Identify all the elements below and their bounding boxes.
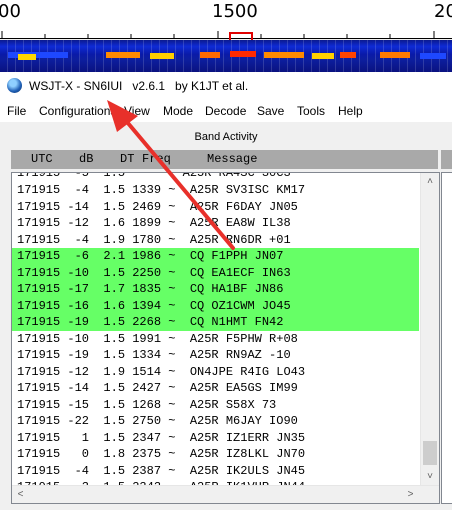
table-row[interactable]: 171915 0 1.8 2375 ~ A25R IZ8LKL JN70 [12,446,419,463]
column-utc: UTC [31,152,53,166]
scroll-down-icon[interactable]: ˅ [421,468,439,485]
table-row[interactable]: 171915 -10 1.5 2250 ~ CQ EA1ECF IN63 [12,264,419,281]
menu-decode[interactable]: Decode [205,104,246,118]
table-row[interactable]: 171915 -12 1.6 1899 ~ A25R EA8W IL38 [12,215,419,232]
decode-rows: 171915 -5 1.5 ~ ~ A25R RA4SC 30C3 171915 … [12,173,419,496]
table-row[interactable]: 171915 -6 2.1 1986 ~ CQ F1PPH JN07 [12,248,419,265]
menu-file[interactable]: File [7,104,26,118]
ruler-tick-label: 1500 [212,1,258,22]
table-row[interactable]: 171915 -14 1.5 2427 ~ A25R EA5GS IM99 [12,380,419,397]
menu-bar: File Configurations View Mode Decode Sav… [0,100,452,122]
table-row[interactable]: 171915 -4 1.9 1780 ~ A25R RN6DR +01 [12,232,419,249]
table-row[interactable]: 171915 -10 1.5 1991 ~ A25R F5PHW R+08 [12,331,419,348]
column-freq: Freq [142,152,171,166]
band-activity-header: UTC dB DT Freq Message [11,150,438,169]
table-row[interactable]: 171915 -22 1.5 2750 ~ A25R M6JAY IO90 [12,413,419,430]
scroll-left-icon[interactable]: ˂ [12,486,29,503]
vertical-scrollbar[interactable]: ˄ ˅ [420,173,439,485]
column-db: dB [79,152,94,166]
wsjtx-app-icon [7,78,22,93]
ruler-scale [0,22,452,39]
band-activity-title: Band Activity [194,131,258,143]
table-row[interactable]: 171915 -19 1.5 2268 ~ CQ N1HMT FN42 [12,314,419,331]
table-row[interactable]: 171915 -14 1.5 2469 ~ A25R F6DAY JN05 [12,199,419,216]
column-message: Message [207,152,258,166]
table-row[interactable]: 171915 -12 1.9 1514 ~ ON4JPE R4IG LO43 [12,364,419,381]
table-row[interactable]: 171915 1 1.5 2347 ~ A25R IZ1ERR JN35 [12,430,419,447]
table-row[interactable]: 171915 -4 1.5 1339 ~ A25R SV3ISC KM17 [12,182,419,199]
waterfall-display[interactable] [0,40,452,72]
window-titlebar[interactable]: WSJT-X - SN6IUI v2.6.1 by K1JT et al. [0,72,452,100]
ruler-tick-label: 20 [434,1,452,22]
tx-frequency-marker[interactable] [229,32,253,40]
table-row[interactable]: 171915 -17 1.7 1835 ~ CQ HA1BF JN86 [12,281,419,298]
menu-configurations[interactable]: Configurations [39,104,116,118]
table-row[interactable]: 171915 -19 1.5 1334 ~ A25R RN9AZ -10 [12,347,419,364]
rx-frequency-header [441,150,452,169]
rx-frequency-panel[interactable] [441,172,452,504]
menu-help[interactable]: Help [338,104,363,118]
scroll-up-icon[interactable]: ˄ [421,173,439,190]
horizontal-scrollbar[interactable]: ˂ ˃ [12,485,439,503]
menu-view[interactable]: View [124,104,150,118]
table-row[interactable]: 171915 -5 1.5 ~ ~ A25R RA4SC 30C3 [12,173,419,182]
window-title: WSJT-X - SN6IUI v2.6.1 by K1JT et al. [29,79,249,93]
menu-save[interactable]: Save [257,104,284,118]
band-activity-list[interactable]: 171915 -5 1.5 ~ ~ A25R RA4SC 30C3 171915 … [11,172,440,504]
scroll-thumb[interactable] [423,441,437,465]
menu-tools[interactable]: Tools [297,104,325,118]
table-row[interactable]: 171915 -16 1.6 1394 ~ CQ OZ1CWM JO45 [12,297,419,314]
scroll-right-icon[interactable]: ˃ [402,486,419,503]
frequency-ruler: 00 1500 20 [0,0,452,22]
ruler-tick-label: 00 [0,1,21,22]
ruler-baseline [0,38,452,39]
menu-mode[interactable]: Mode [163,104,193,118]
table-row[interactable]: 171915 -4 1.5 2387 ~ A25R IK2ULS JN45 [12,463,419,480]
column-dt: DT [120,152,135,166]
table-row[interactable]: 171915 -15 1.5 1268 ~ A25R S58X 73 [12,397,419,414]
